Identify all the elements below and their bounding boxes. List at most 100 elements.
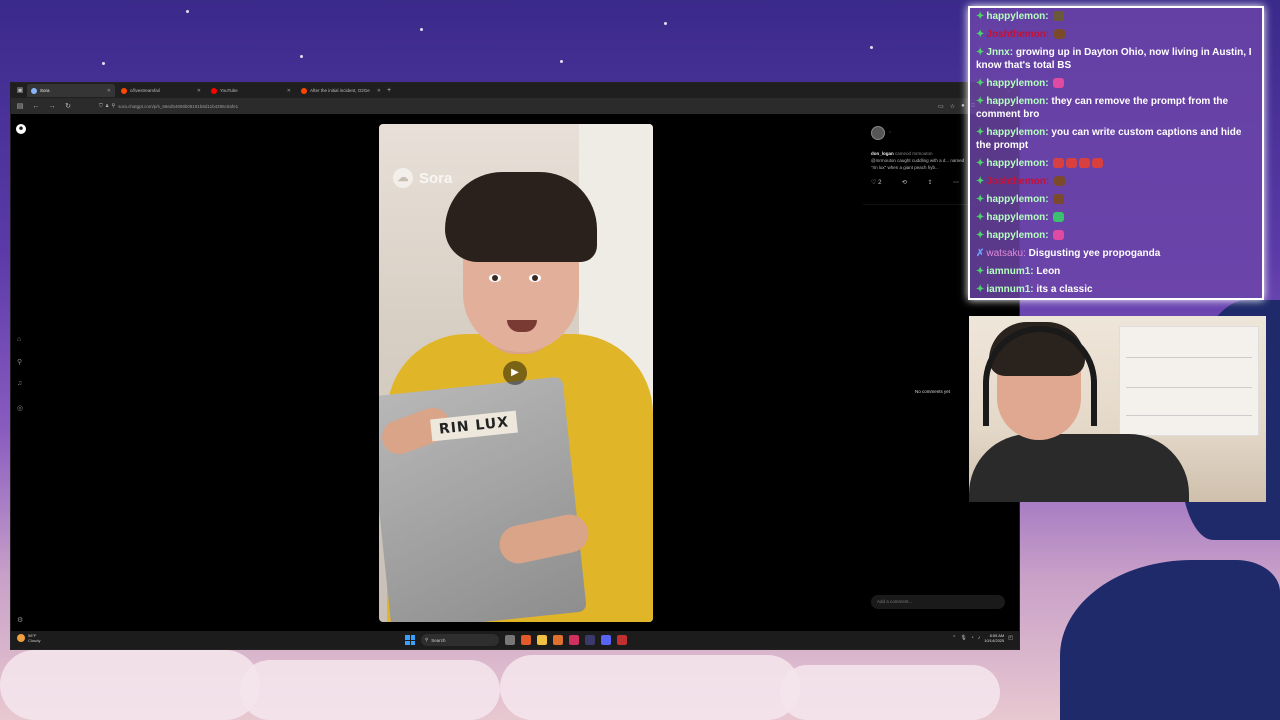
chat-username[interactable]: Jnnx	[986, 47, 1009, 58]
chat-text: growing up in Dayton Ohio, now living in…	[976, 47, 1252, 71]
chat-message: ✦ happylemon: you can write custom captio…	[976, 126, 1256, 152]
chat-message: ✦ happylemon:	[976, 211, 1256, 224]
task-view-icon[interactable]	[505, 635, 515, 645]
file-explorer-icon[interactable]	[537, 635, 547, 645]
chat-separator: :	[1045, 212, 1052, 223]
more-options-icon[interactable]: ◦	[889, 130, 891, 136]
share-icon[interactable]: ⇪	[927, 179, 932, 186]
windows-taskbar: 58°F Cloudy ⚲ Search ⌃ 🎙︎ ◔ ♪ 8:55 AM 10…	[11, 631, 1019, 649]
weather-text: 58°F Cloudy	[28, 633, 40, 643]
window-menu-icon[interactable]: ▣	[15, 86, 25, 96]
remix-icon[interactable]: ⟲	[902, 179, 907, 186]
reader-icon[interactable]: ▭	[938, 103, 944, 110]
video-player[interactable]: RIN LUX ☁ Sora ▶	[379, 124, 653, 622]
close-icon[interactable]: ✕	[107, 88, 111, 94]
search-icon: ⚲	[425, 637, 429, 642]
like-button[interactable]: ♡ 2	[871, 179, 881, 186]
discord-icon[interactable]	[601, 635, 611, 645]
profile-icon[interactable]: ◎	[17, 404, 23, 412]
chat-username[interactable]: happylemon	[986, 96, 1045, 107]
chat-badge-icon: ✦	[976, 212, 985, 223]
windows-start-icon[interactable]	[405, 635, 415, 645]
url-text: sora.chatgpt.com/p/s_68ed54659b08191b8d1…	[118, 103, 239, 109]
close-icon[interactable]: ✕	[377, 88, 381, 94]
post-username[interactable]: don_logan	[871, 151, 894, 156]
brave-icon[interactable]	[521, 635, 531, 645]
close-icon[interactable]: ✕	[197, 88, 201, 94]
star-icon[interactable]: ☆	[950, 103, 955, 110]
tab-livestreamfail[interactable]: c/livestreamfail ✕	[117, 84, 205, 97]
chat-badge-icon: ✦	[976, 284, 985, 295]
tab-title: c/livestreamfail	[130, 88, 160, 93]
chat-username[interactable]: happylemon	[986, 158, 1045, 169]
site-settings-icon[interactable]: ⚲	[111, 103, 115, 109]
more-icon[interactable]: ⋯	[953, 179, 959, 186]
tab-youtube[interactable]: YouTube ✕	[207, 84, 295, 97]
forward-arrow-icon[interactable]: →	[47, 103, 57, 110]
obs-icon[interactable]	[585, 635, 595, 645]
drawer-line	[1126, 415, 1252, 416]
chat-username[interactable]: happylemon	[986, 230, 1045, 241]
post-cameo[interactable]: cameod mrmouton	[895, 151, 933, 156]
chat-username[interactable]: iamnum1	[986, 284, 1030, 295]
chat-emote-icon	[1053, 212, 1065, 223]
chat-text: Disgusting yee propoganda	[1028, 248, 1161, 259]
chat-badge-icon: ✦	[976, 96, 985, 107]
settings-icon[interactable]: ⚙	[17, 616, 23, 624]
white-dresser	[1119, 326, 1259, 436]
chat-username[interactable]: happylemon	[986, 194, 1045, 205]
avatar[interactable]	[871, 126, 885, 140]
extension-icon[interactable]: ●	[961, 103, 965, 110]
chat-username[interactable]: happylemon	[986, 11, 1045, 22]
chevron-up-icon[interactable]: ⌃	[952, 635, 956, 641]
chat-emote-icon	[1053, 11, 1065, 22]
chat-emote-icon	[1092, 158, 1104, 169]
search-icon[interactable]: ⚲	[17, 358, 22, 366]
wifi-icon[interactable]: ◔	[971, 635, 974, 641]
app-icon[interactable]	[569, 635, 579, 645]
bell-icon[interactable]: ♫	[17, 380, 22, 387]
left-eye	[489, 274, 501, 282]
chat-username[interactable]: happylemon	[986, 127, 1045, 138]
chat-badge-icon: ✦	[976, 266, 985, 277]
new-tab-icon[interactable]: +	[387, 87, 397, 94]
stream-chat-overlay: ✦ happylemon: ✦ Joshthemon: ✦ Jnnx: growing…	[968, 6, 1264, 300]
chat-badge-icon: ✦	[976, 11, 985, 22]
chat-badge-icon: ✦	[976, 78, 985, 89]
weather-widget[interactable]: 58°F Cloudy	[17, 633, 40, 643]
chat-username[interactable]: watsaku	[986, 248, 1023, 259]
chat-emote-icon	[1066, 158, 1078, 169]
tab-sora[interactable]: Sora ✕	[27, 84, 115, 97]
taskbar-search[interactable]: ⚲ Search	[421, 634, 499, 646]
chat-message: ✦ happylemon:	[976, 193, 1256, 206]
sora-page: ☻ ⌂ ⚲ ♫ ◎ ⚙ RIN LUX ☁ Sora ▶ ◦ don_logan…	[11, 114, 1019, 631]
sora-logo-icon[interactable]: ☻	[16, 124, 26, 134]
notification-icon[interactable]: ◰	[1008, 635, 1013, 641]
sora-cloud-icon: ☁	[393, 168, 413, 188]
chat-username[interactable]: Joshthemon	[986, 176, 1045, 187]
chat-username[interactable]: happylemon	[986, 78, 1045, 89]
tab-reddit-post[interactable]: After the initial incident, O2Ge ✕	[297, 84, 385, 97]
system-clock[interactable]: 8:55 AM 10/14/2025	[984, 633, 1004, 643]
mic-icon[interactable]: 🎙︎	[960, 635, 966, 641]
close-icon[interactable]: ✕	[287, 88, 291, 94]
chat-emote-icon	[1053, 29, 1065, 40]
reddit-favicon-icon	[301, 87, 307, 94]
back-arrow-icon[interactable]: ←	[31, 103, 41, 110]
app-icon[interactable]	[553, 635, 563, 645]
reload-icon[interactable]: ↻	[63, 102, 73, 110]
volume-icon[interactable]: ♪	[978, 635, 981, 641]
play-icon[interactable]: ▶	[503, 361, 527, 385]
home-icon[interactable]: ⌂	[17, 336, 21, 343]
chat-username[interactable]: Joshthemon	[986, 29, 1045, 40]
app-icon[interactable]	[617, 635, 627, 645]
chat-username[interactable]: happylemon	[986, 212, 1045, 223]
chat-separator: :	[1045, 78, 1052, 89]
chat-separator: :	[1045, 29, 1052, 40]
address-bar[interactable]: ⛉ 🔒︎ ⚲ sora.chatgpt.com/p/s_68ed54659b08…	[99, 101, 922, 111]
sora-favicon-icon	[31, 87, 37, 94]
sidebar-toggle-icon[interactable]: ▤	[15, 102, 25, 110]
comment-input[interactable]: Add a comment...	[871, 595, 1005, 609]
clock-date: 10/14/2025	[984, 638, 1005, 643]
chat-username[interactable]: iamnum1	[986, 266, 1030, 277]
